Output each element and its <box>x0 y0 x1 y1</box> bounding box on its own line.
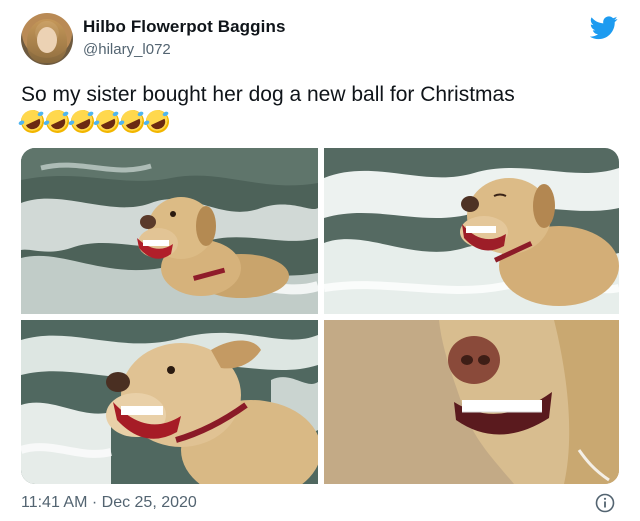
media-grid <box>21 148 619 484</box>
tweet-timestamp[interactable]: 11:41 AM · Dec 25, 2020 <box>21 494 197 512</box>
tweet-card: Hilbo Flowerpot Baggins @hilary_l072 So … <box>0 0 640 521</box>
photo-dog-in-waves-1[interactable] <box>21 148 318 314</box>
rolling-laughing-emoji-icon <box>142 106 173 137</box>
twitter-bird-icon[interactable] <box>590 16 618 40</box>
profile-avatar[interactable] <box>21 13 73 65</box>
photo-dog-in-waves-2[interactable] <box>324 148 619 314</box>
photo-dog-closeup-sand[interactable] <box>324 320 619 484</box>
info-icon[interactable] <box>595 493 615 513</box>
photo-dog-close-grin[interactable] <box>21 320 318 484</box>
emoji-row <box>17 106 173 137</box>
tweet-text: So my sister bought her dog a new ball f… <box>21 83 515 106</box>
display-name[interactable]: Hilbo Flowerpot Baggins <box>83 17 286 37</box>
user-handle[interactable]: @hilary_l072 <box>83 41 171 58</box>
